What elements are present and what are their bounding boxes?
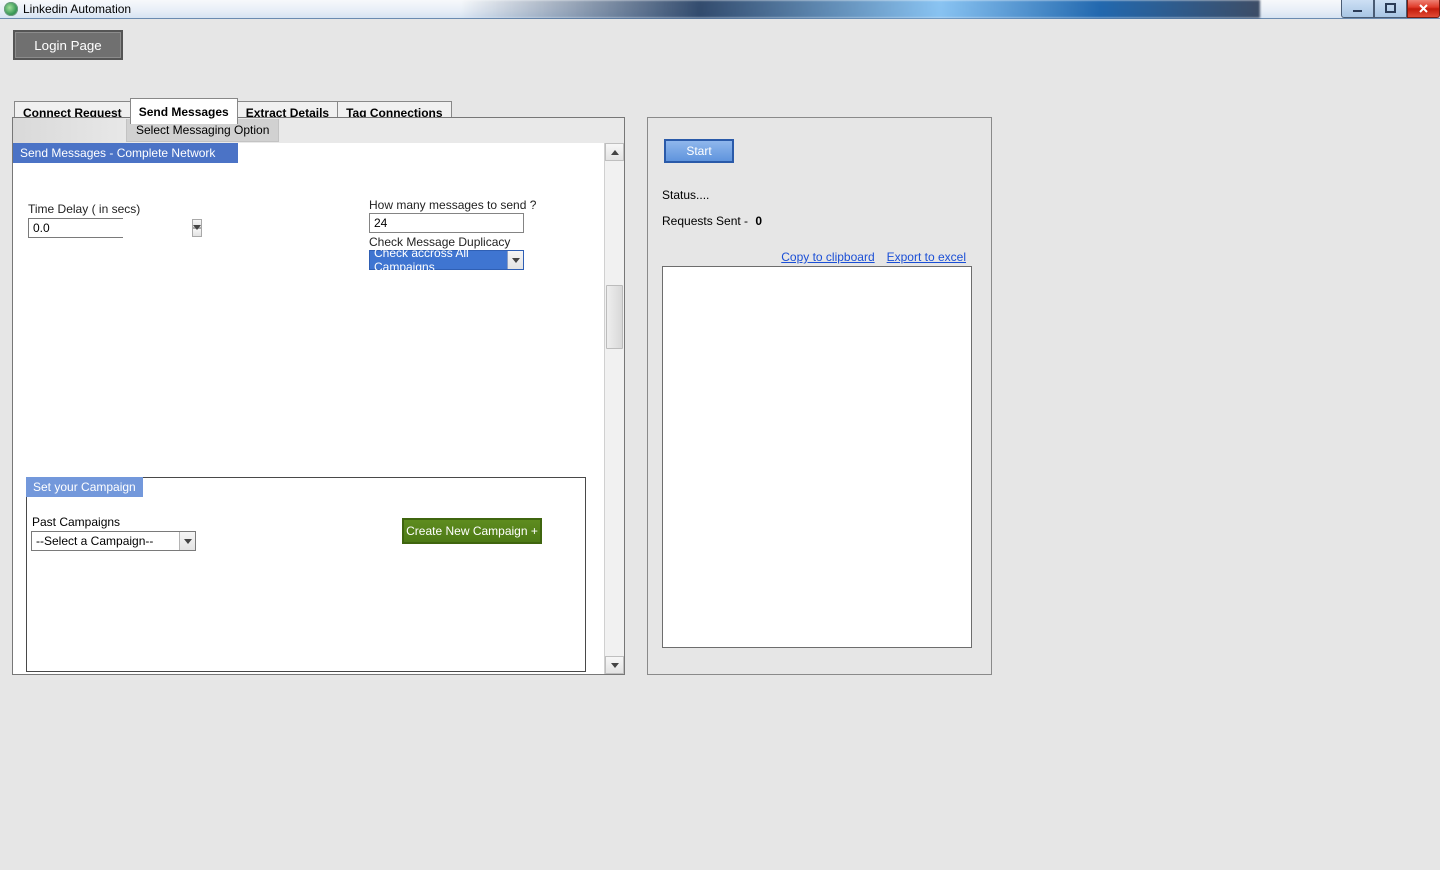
window-minimize-button[interactable]	[1341, 0, 1374, 18]
start-button[interactable]: Start	[664, 139, 734, 163]
status-panel: Start Status.... Requests Sent - 0 Copy …	[647, 117, 992, 675]
chevron-down-icon	[507, 251, 523, 269]
scroll-thumb[interactable]	[606, 285, 623, 349]
main-scrollbar[interactable]	[604, 143, 624, 674]
time-delay-input[interactable]	[29, 219, 192, 237]
scroll-up-button[interactable]	[605, 143, 624, 161]
app-icon	[4, 2, 18, 16]
export-excel-link[interactable]: Export to excel	[887, 250, 966, 264]
chevron-down-icon	[179, 532, 195, 550]
main-panel-topbar: Select Messaging Option	[13, 118, 624, 143]
window-title: Linkedin Automation	[23, 2, 131, 16]
campaign-section: Set your Campaign Past Campaigns --Selec…	[26, 477, 586, 672]
create-campaign-button[interactable]: Create New Campaign +	[402, 518, 542, 544]
main-panel: Select Messaging Option Send Messages - …	[12, 117, 625, 675]
time-delay-down-button[interactable]	[192, 228, 202, 237]
tab-send-messages[interactable]: Send Messages	[130, 98, 238, 124]
window-controls	[1341, 0, 1440, 18]
copy-clipboard-link[interactable]: Copy to clipboard	[781, 250, 874, 264]
message-count-input[interactable]	[369, 213, 524, 233]
requests-sent-label: Requests Sent - 0	[662, 214, 762, 228]
log-output[interactable]	[662, 266, 972, 648]
time-delay-spinner	[192, 219, 202, 237]
login-page-button[interactable]: Login Page	[13, 30, 123, 60]
client-area: Login Page Connect Request Send Messages…	[0, 19, 1440, 870]
past-campaigns-label: Past Campaigns	[32, 515, 120, 529]
time-delay-label: Time Delay ( in secs)	[28, 202, 140, 216]
scroll-track[interactable]	[605, 161, 624, 656]
window-titlebar: Linkedin Automation	[0, 0, 1440, 19]
scroll-down-button[interactable]	[605, 656, 624, 674]
duplicacy-selected-value: Check accross All Campaigns	[370, 251, 523, 269]
requests-sent-text: Requests Sent -	[662, 214, 748, 228]
status-label: Status....	[662, 188, 709, 202]
past-campaigns-value: --Select a Campaign--	[36, 534, 153, 548]
export-links: Copy to clipboard Export to excel	[781, 250, 966, 264]
duplicacy-select[interactable]: Check accross All Campaigns	[369, 250, 524, 270]
window-maximize-button[interactable]	[1374, 0, 1407, 18]
campaign-header: Set your Campaign	[26, 477, 143, 497]
message-count-label: How many messages to send ?	[369, 198, 536, 212]
past-campaigns-select[interactable]: --Select a Campaign--	[31, 531, 196, 551]
controls-area: Time Delay ( in secs) How many messages …	[13, 143, 604, 674]
window-close-button[interactable]	[1407, 0, 1440, 18]
requests-sent-value: 0	[755, 214, 762, 228]
time-delay-field[interactable]	[28, 218, 123, 238]
